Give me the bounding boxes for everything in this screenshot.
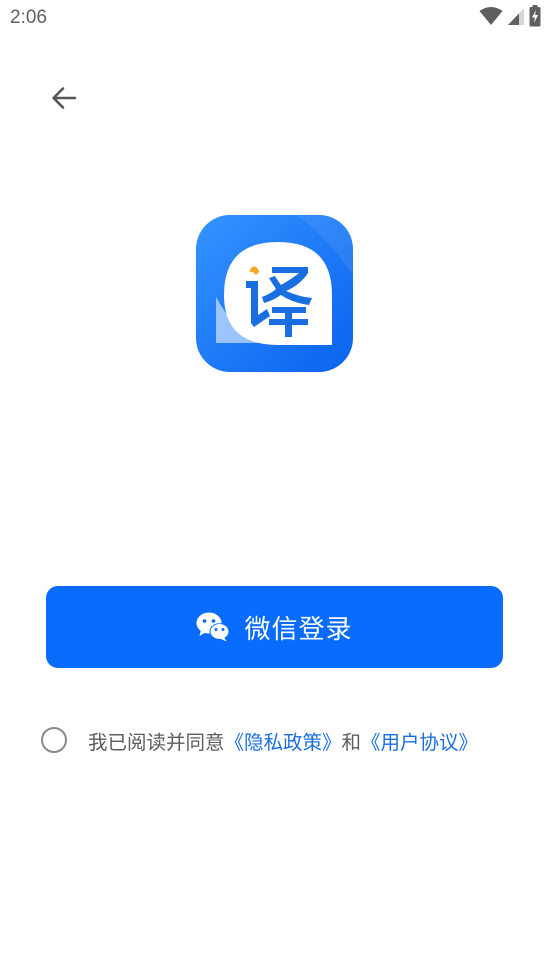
signal-icon: [507, 6, 525, 30]
app-logo: [196, 215, 353, 372]
privacy-policy-link[interactable]: 《隐私政策》: [225, 731, 342, 754]
agreement-prefix: 我已阅读并同意: [88, 730, 225, 754]
login-label: 微信登录: [244, 614, 353, 645]
agree-checkbox[interactable]: [41, 727, 67, 753]
status-time: 2:06: [10, 7, 47, 28]
user-agreement-link[interactable]: 《用户协议》: [361, 731, 478, 754]
agreement-conjunction: 和: [341, 730, 362, 754]
status-icons: [479, 5, 541, 31]
agreement-row: 我已阅读并同意《隐私政策》和《用户协议》: [41, 723, 478, 757]
wechat-login-button[interactable]: 微信登录: [46, 586, 503, 668]
battery-charging-icon: [529, 5, 541, 31]
arrow-left-icon: [50, 84, 78, 116]
agreement-text: 我已阅读并同意《隐私政策》和《用户协议》: [88, 726, 478, 755]
status-bar: 2:06: [0, 0, 549, 38]
wechat-icon: [196, 612, 230, 642]
wifi-icon: [479, 6, 503, 30]
back-button[interactable]: [44, 80, 84, 120]
